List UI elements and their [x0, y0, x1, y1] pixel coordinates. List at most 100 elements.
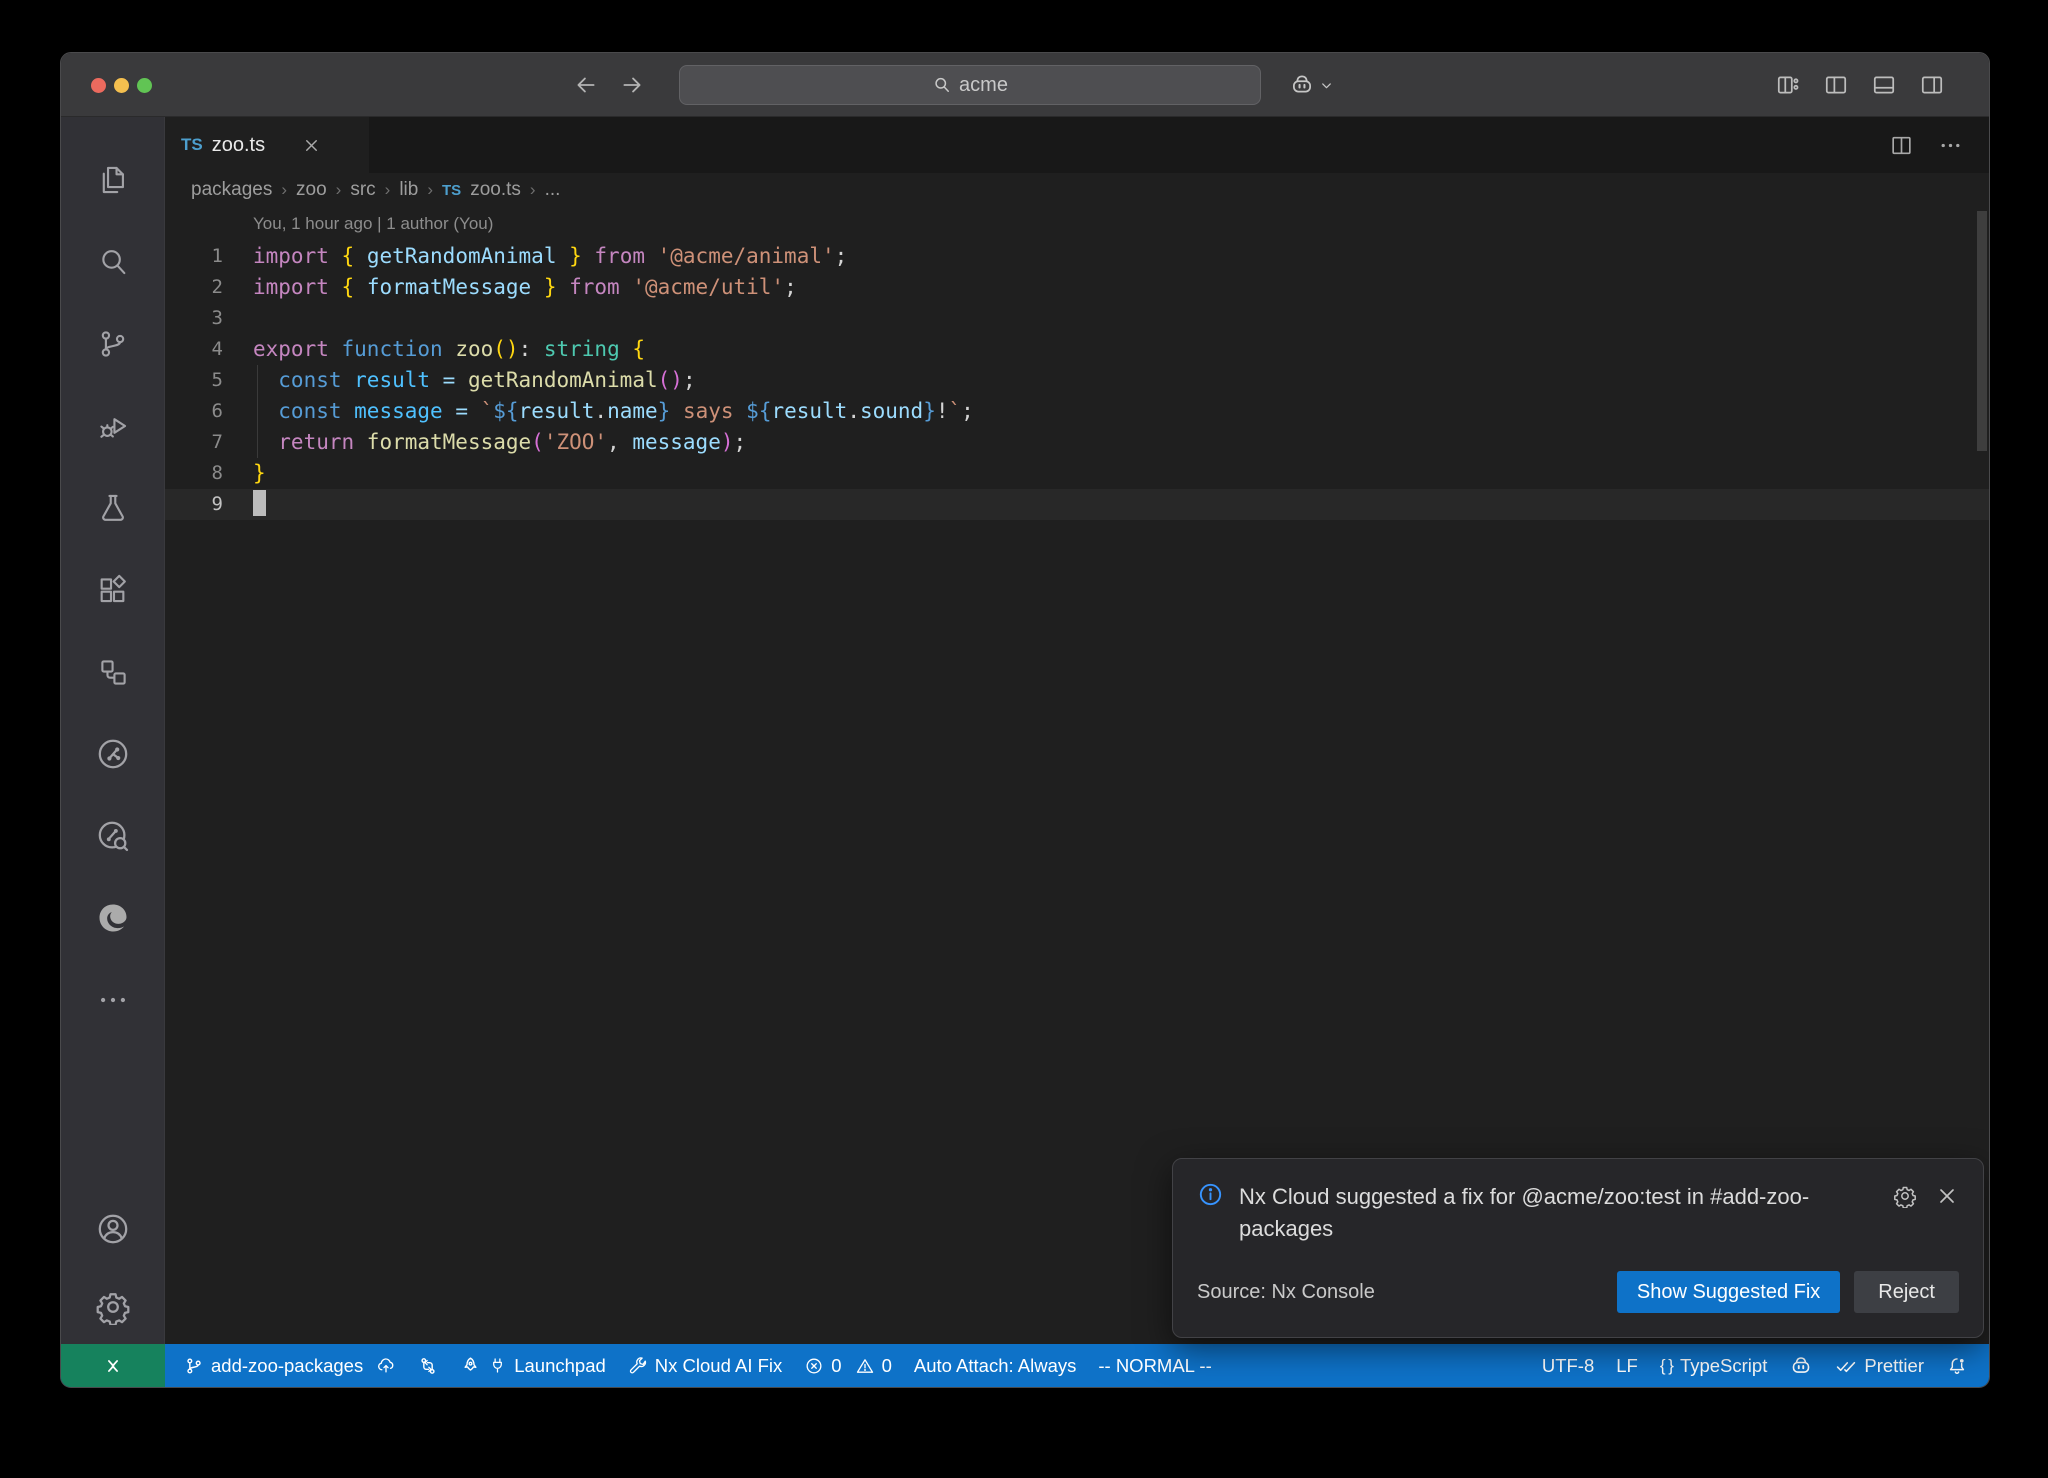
- language-mode-status[interactable]: { } TypeScript: [1649, 1344, 1779, 1387]
- split-editor-icon[interactable]: [1889, 133, 1914, 158]
- breadcrumb-file[interactable]: zoo.ts: [470, 179, 521, 201]
- code-token: ): [721, 430, 734, 454]
- window-controls: [91, 53, 152, 117]
- braces-icon: { }: [1660, 1356, 1673, 1376]
- nx-cloud-fix-status[interactable]: Nx Cloud AI Fix: [617, 1344, 794, 1387]
- code-token: function: [342, 337, 456, 361]
- auto-attach-status[interactable]: Auto Attach: Always: [903, 1344, 1087, 1387]
- breadcrumb-separator-icon: ›: [281, 180, 287, 200]
- activity-source-control[interactable]: [61, 303, 164, 385]
- toggle-secondary-sidebar-icon[interactable]: [1919, 72, 1945, 98]
- breadcrumb-overflow[interactable]: ...: [545, 179, 561, 201]
- breadcrumb-segment[interactable]: src: [350, 179, 375, 201]
- activity-extensions[interactable]: [61, 549, 164, 631]
- line-content: [223, 303, 253, 334]
- chevron-down-icon: [1319, 78, 1334, 93]
- code-line-3[interactable]: 3: [165, 303, 1989, 334]
- cloud-upload-icon: [376, 1356, 396, 1376]
- breadcrumb-segment[interactable]: zoo: [296, 179, 327, 201]
- code-line-7[interactable]: 7 return formatMessage('ZOO', message);: [165, 427, 1989, 458]
- line-content: const message = `${result.name} says ${r…: [223, 396, 974, 427]
- back-arrow-icon[interactable]: [573, 72, 599, 98]
- toggle-primary-sidebar-icon[interactable]: [1823, 72, 1849, 98]
- maximize-window-button[interactable]: [137, 78, 152, 93]
- problems-status[interactable]: 0 0: [793, 1344, 903, 1387]
- tab-bar: TS zoo.ts: [165, 117, 1989, 173]
- code-token: {: [620, 337, 645, 361]
- beaker-icon: [96, 491, 130, 525]
- activity-account[interactable]: [61, 1188, 164, 1270]
- extensions-icon: [96, 573, 130, 607]
- toggle-panel-icon[interactable]: [1871, 72, 1897, 98]
- breadcrumb-separator-icon: ›: [530, 180, 536, 200]
- activity-search[interactable]: [61, 221, 164, 303]
- minimize-window-button[interactable]: [114, 78, 129, 93]
- code-line-1[interactable]: 1import { getRandomAnimal } from '@acme/…: [165, 241, 1989, 272]
- text-cursor: [253, 490, 266, 516]
- breadcrumb-segment[interactable]: packages: [191, 179, 272, 201]
- code-line-5[interactable]: 5 const result = getRandomAnimal();: [165, 365, 1989, 396]
- code-token: :: [519, 337, 544, 361]
- activity-settings[interactable]: [61, 1270, 164, 1344]
- line-number: 2: [165, 272, 223, 303]
- search-icon: [932, 75, 952, 95]
- vim-mode-status[interactable]: -- NORMAL --: [1087, 1344, 1222, 1387]
- activity-nx-cloud[interactable]: [61, 795, 164, 877]
- code-line-8[interactable]: 8}: [165, 458, 1989, 489]
- encoding-status[interactable]: UTF-8: [1531, 1344, 1605, 1387]
- copilot-status[interactable]: [1778, 1344, 1824, 1387]
- code-line-2[interactable]: 2import { formatMessage } from '@acme/ut…: [165, 272, 1989, 303]
- formatter-status[interactable]: Prettier: [1824, 1344, 1935, 1387]
- copilot-menu[interactable]: [1289, 53, 1334, 117]
- git-compare-status[interactable]: [407, 1344, 449, 1387]
- code-line-9[interactable]: 9: [165, 489, 1989, 520]
- ellipsis-icon: [96, 983, 130, 1017]
- nx-fix-label: Nx Cloud AI Fix: [655, 1355, 783, 1377]
- double-check-icon: [1835, 1355, 1857, 1377]
- remote-indicator[interactable]: [61, 1344, 165, 1387]
- code-token: ;: [784, 275, 797, 299]
- tab-zoo-ts[interactable]: TS zoo.ts: [165, 117, 369, 173]
- edge-browser-icon: [95, 900, 131, 936]
- activity-run-debug[interactable]: [61, 385, 164, 467]
- activity-explorer[interactable]: [61, 139, 164, 221]
- indent-guide: [257, 365, 258, 458]
- tab-label: zoo.ts: [212, 134, 265, 157]
- line-number: 7: [165, 427, 223, 458]
- code-line-4[interactable]: 4export function zoo(): string {: [165, 334, 1989, 365]
- activity-project-references[interactable]: [61, 631, 164, 713]
- git-branch-status[interactable]: add-zoo-packages: [173, 1344, 407, 1387]
- breadcrumb: packages›zoo›src›lib›TSzoo.ts›...: [165, 173, 1989, 207]
- command-center-search[interactable]: acme: [679, 65, 1261, 105]
- notification-close-icon[interactable]: [1935, 1184, 1959, 1245]
- activity-edge-browser[interactable]: [61, 877, 164, 959]
- breadcrumb-segment[interactable]: lib: [399, 179, 418, 201]
- editor-scrollbar[interactable]: [1977, 211, 1987, 451]
- code-line-6[interactable]: 6 const message = `${result.name} says $…: [165, 396, 1989, 427]
- line-content: }: [223, 458, 266, 489]
- editor-more-actions-icon[interactable]: [1938, 133, 1963, 158]
- activity-more[interactable]: [61, 959, 164, 1041]
- code-token: formatMessage: [367, 430, 531, 454]
- forward-arrow-icon[interactable]: [619, 72, 645, 98]
- close-tab-icon[interactable]: [302, 136, 321, 155]
- eol-status[interactable]: LF: [1605, 1344, 1649, 1387]
- notifications-bell[interactable]: [1935, 1344, 1979, 1387]
- remote-icon: [102, 1355, 124, 1377]
- reject-button[interactable]: Reject: [1854, 1271, 1959, 1313]
- breadcrumb-separator-icon: ›: [427, 180, 433, 200]
- code-token: name: [607, 399, 658, 423]
- code-token: message: [632, 430, 721, 454]
- activity-nx-console[interactable]: [61, 713, 164, 795]
- show-suggested-fix-button[interactable]: Show Suggested Fix: [1617, 1271, 1840, 1313]
- code-token: import: [253, 275, 342, 299]
- close-window-button[interactable]: [91, 78, 106, 93]
- search-text: acme: [959, 74, 1008, 97]
- copilot-icon: [1289, 72, 1315, 98]
- activity-testing[interactable]: [61, 467, 164, 549]
- connected-squares-icon: [96, 655, 130, 689]
- launchpad-status[interactable]: Launchpad: [449, 1344, 617, 1387]
- line-number: 5: [165, 365, 223, 396]
- customize-layout-icon[interactable]: [1775, 72, 1801, 98]
- notification-settings-icon[interactable]: [1893, 1184, 1917, 1245]
